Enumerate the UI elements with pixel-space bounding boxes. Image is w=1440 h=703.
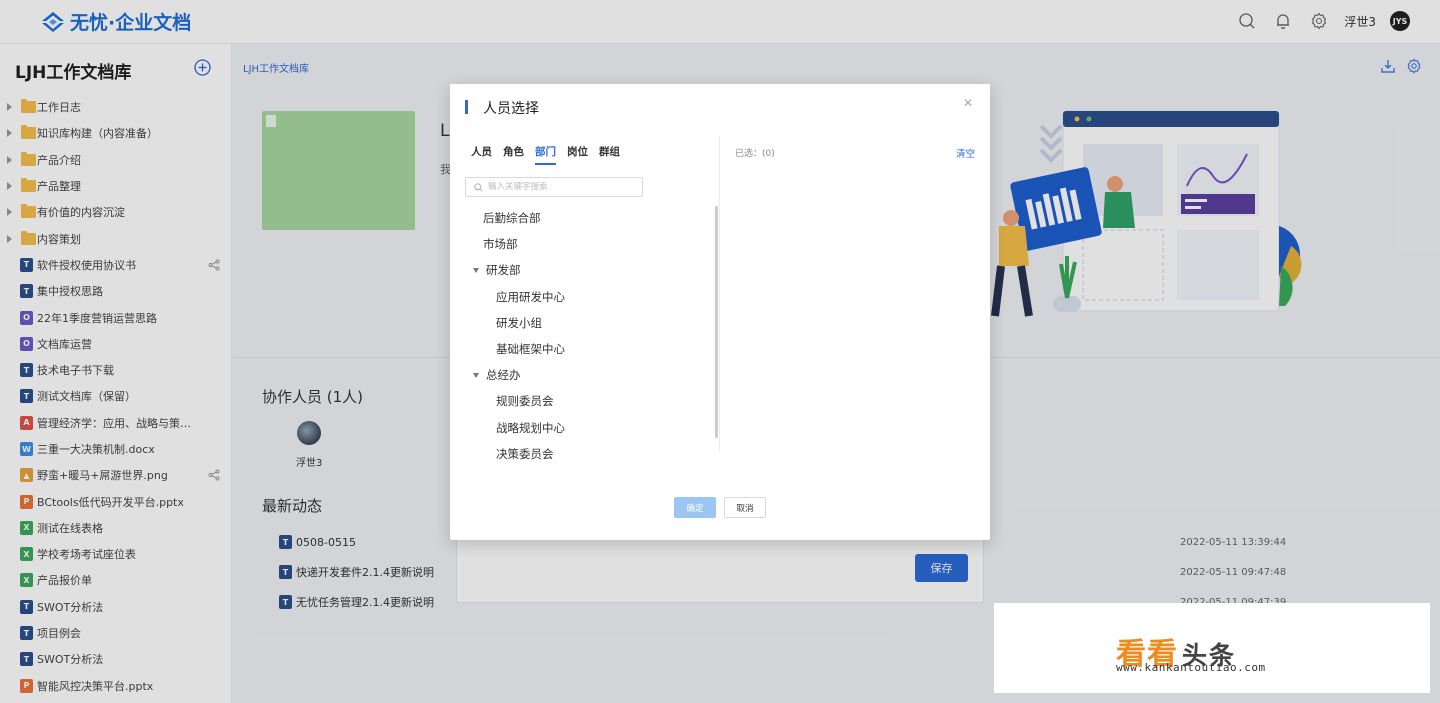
person-picker-dialog: 人员选择 ✕ 人员角色部门岗位群组 后勤综合部市场部研发部应用研发中心研发小组基… — [450, 84, 990, 540]
picker-tabs: 人员 角色 部门 岗位 群组 — [471, 144, 620, 165]
department-node[interactable]: 决策委员会 — [496, 446, 554, 462]
department-tree: 后勤综合部市场部研发部应用研发中心 研发小组基础框架中心总经办规则委员会战略规划中… — [450, 206, 715, 468]
close-icon[interactable]: ✕ — [963, 96, 973, 110]
department-label: 决策委员会 — [496, 446, 554, 461]
department-node[interactable]: 基础框架中心 — [496, 341, 565, 357]
caret-down-icon[interactable] — [473, 268, 479, 274]
tab-0[interactable]: 人员 — [471, 144, 492, 165]
dialog-title: 人员选择 — [483, 101, 539, 117]
watermark-url: www.kankantoutiao.com — [1116, 661, 1266, 674]
department-label: 总经办 — [486, 368, 521, 383]
cancel-button[interactable]: 取消 — [724, 497, 766, 518]
watermark: 看看 头条 www.kankantoutiao.com — [994, 603, 1430, 693]
tab-2[interactable]: 部门 — [535, 144, 556, 165]
department-node[interactable]: 市场部 — [483, 236, 518, 252]
department-node[interactable]: 研发部 — [473, 262, 521, 278]
department-label: 规则委员会 — [496, 394, 554, 409]
department-node[interactable]: 后勤综合部 — [483, 210, 541, 226]
search-box[interactable] — [465, 177, 643, 197]
department-label: 市场部 — [483, 237, 518, 252]
department-node[interactable]: 总经办 — [473, 367, 521, 383]
tab-1[interactable]: 角色 — [503, 144, 524, 165]
department-node[interactable]: 应用研发中心 — [496, 289, 565, 305]
department-label: 后勤综合部 — [483, 211, 541, 225]
confirm-button[interactable]: 确定 — [674, 497, 716, 518]
clear-button[interactable]: 清空 — [956, 146, 975, 160]
selected-count: 已选：(0) — [735, 149, 775, 159]
tab-3[interactable]: 岗位 — [567, 144, 588, 165]
department-node[interactable]: 规则委员会 — [496, 393, 554, 409]
department-label: 战略规划中心 — [496, 420, 565, 435]
search-icon — [474, 182, 483, 191]
department-label: 基础框架中心 — [496, 342, 565, 356]
search-input[interactable] — [488, 182, 633, 192]
department-node[interactable]: 战略规划中心 — [496, 420, 565, 436]
tab-4[interactable]: 群组 — [599, 144, 620, 165]
caret-down-icon[interactable] — [473, 373, 479, 379]
department-label: 应用研发中心 — [496, 289, 565, 304]
department-label: 研发部 — [486, 263, 521, 278]
department-label: 研发小组 — [496, 315, 542, 330]
department-node[interactable]: 研发小组 — [496, 315, 542, 331]
divider — [719, 136, 720, 452]
title-accent — [465, 100, 468, 114]
scrollbar[interactable] — [715, 206, 718, 438]
